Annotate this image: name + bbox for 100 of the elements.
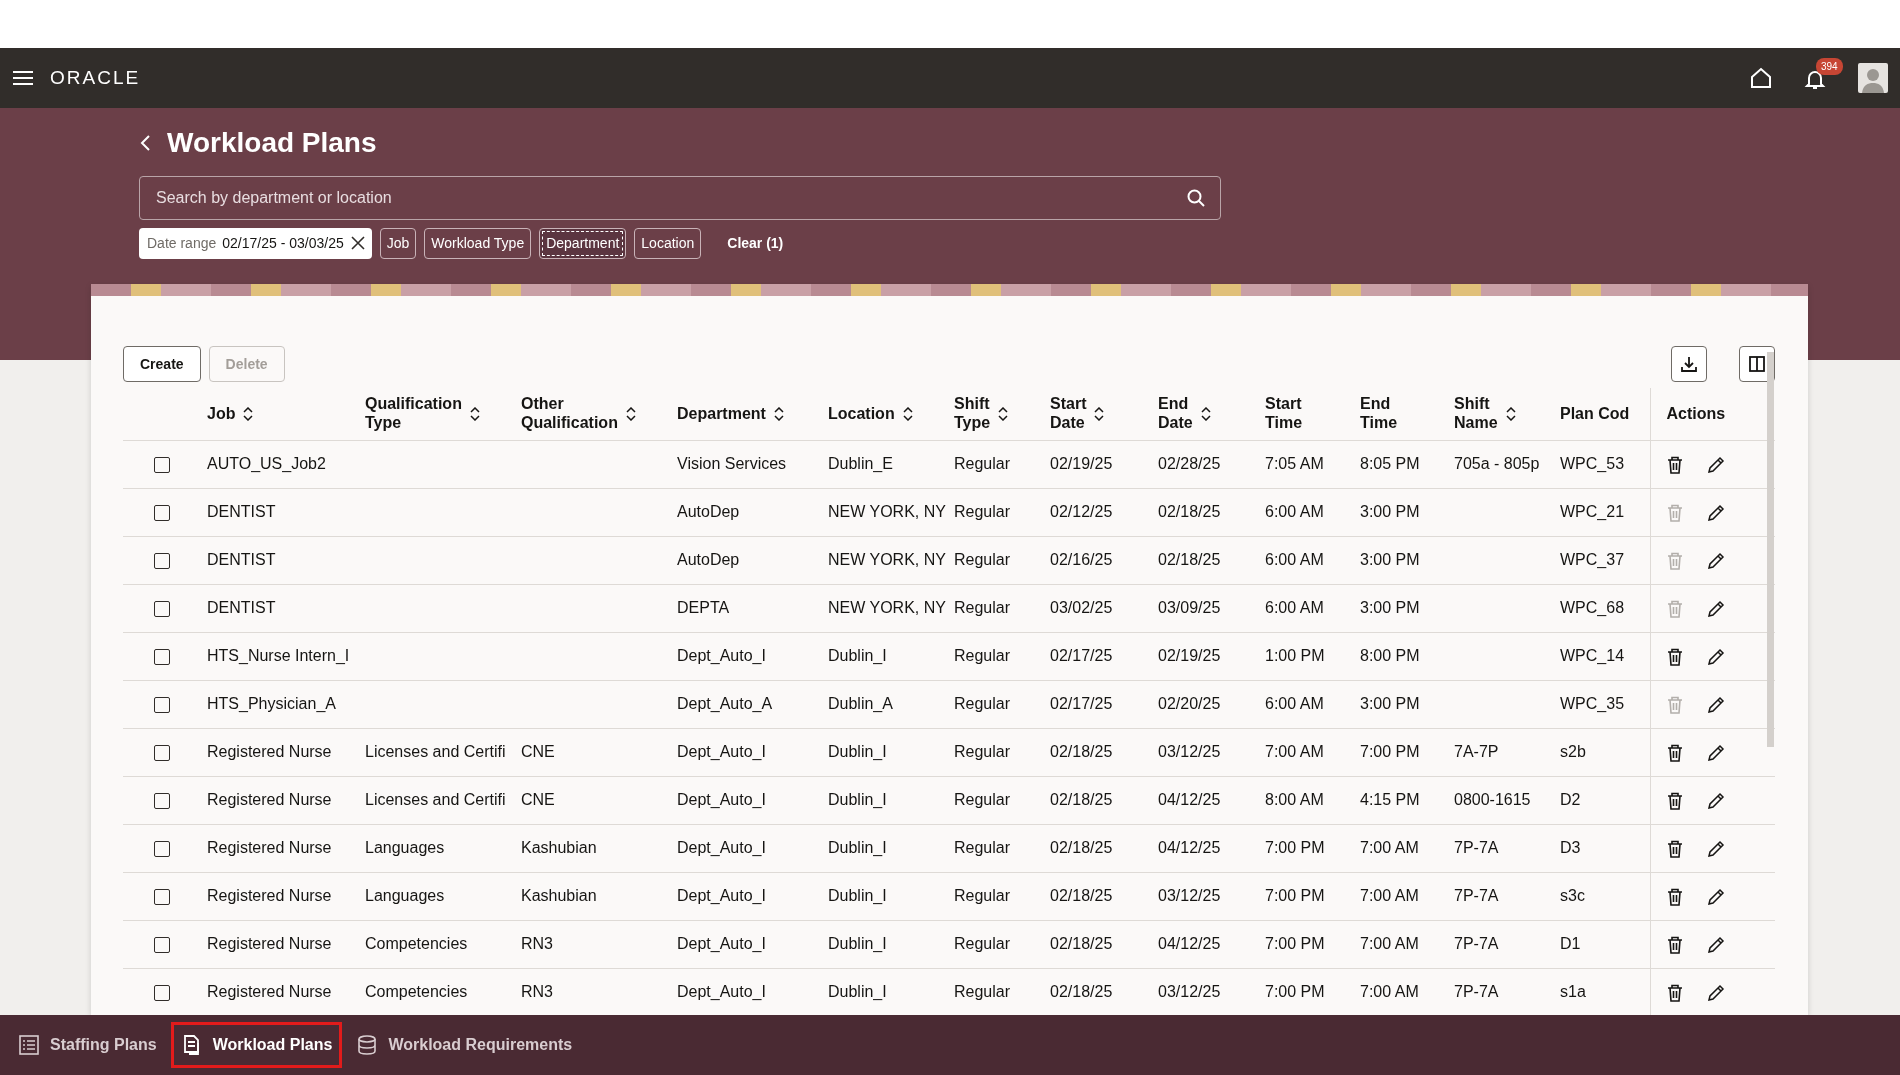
home-icon[interactable] [1750, 67, 1772, 89]
table-cell: 7P-7A [1454, 839, 1499, 856]
row-checkbox[interactable] [154, 792, 170, 809]
column-header[interactable]: End Date [1158, 395, 1211, 433]
table-cell: 02/18/25 [1050, 983, 1113, 1000]
table-cell: DENTIST [207, 551, 276, 568]
table-cell: 02/18/25 [1158, 503, 1221, 520]
pencil-icon[interactable] [1706, 791, 1725, 810]
table-cell: Competencies [365, 935, 468, 952]
pencil-icon[interactable] [1706, 647, 1725, 666]
table-cell: Regular [954, 695, 1011, 712]
table-cell: Dublin_I [828, 743, 887, 760]
table-cell: 02/18/25 [1050, 839, 1113, 856]
bottom-tab[interactable]: Workload Requirements [346, 1022, 583, 1068]
table-cell: Dept_Auto_A [677, 695, 773, 712]
filter-chip[interactable]: Department [539, 227, 627, 259]
column-header[interactable]: Start Date [1050, 395, 1105, 433]
table-cell: 7:05 AM [1265, 455, 1324, 472]
pencil-icon[interactable] [1706, 695, 1725, 714]
column-header[interactable]: Other Qualification [521, 395, 636, 433]
row-checkbox[interactable] [154, 936, 170, 953]
sort-icon[interactable] [243, 406, 254, 421]
table-cell: 03/12/25 [1158, 887, 1221, 904]
row-checkbox[interactable] [154, 888, 170, 905]
search-field[interactable]: Search by department or location [139, 175, 1221, 220]
clear-filter-button[interactable] [349, 235, 366, 252]
sort-icon[interactable] [998, 406, 1009, 421]
trash-icon[interactable] [1666, 743, 1683, 762]
scrollbar[interactable] [1767, 352, 1774, 747]
menu-icon[interactable] [12, 70, 34, 86]
table-cell: 3:00 PM [1360, 551, 1420, 568]
filter-chip[interactable]: Workload Type [424, 227, 532, 259]
column-header[interactable]: Location [828, 404, 913, 423]
table-cell: AutoDep [677, 551, 740, 568]
row-checkbox[interactable] [154, 984, 170, 1001]
column-header[interactable]: Shift Name [1454, 395, 1516, 433]
filter-chip[interactable]: Location [634, 227, 702, 259]
row-checkbox[interactable] [154, 840, 170, 857]
sort-icon[interactable] [1200, 406, 1211, 421]
pencil-icon[interactable] [1706, 551, 1725, 570]
table-cell: Kashubian [521, 839, 597, 856]
bottom-tab[interactable]: Workload Plans [170, 1022, 343, 1068]
table-cell: Dublin_I [828, 983, 887, 1000]
table-cell: 02/20/25 [1158, 695, 1221, 712]
search-icon[interactable] [1187, 188, 1205, 207]
trash-icon[interactable] [1666, 647, 1683, 666]
sort-icon[interactable] [625, 406, 636, 421]
create-button[interactable]: Create [123, 346, 201, 382]
trash-icon[interactable] [1666, 935, 1683, 954]
table-cell: Registered Nurse [207, 839, 332, 856]
pencil-icon[interactable] [1706, 839, 1725, 858]
row-checkbox[interactable] [154, 600, 170, 617]
pencil-icon[interactable] [1706, 887, 1725, 906]
sort-icon[interactable] [469, 406, 480, 421]
bottom-tab[interactable]: Staffing Plans [8, 1022, 167, 1068]
pencil-icon[interactable] [1706, 599, 1725, 618]
row-checkbox[interactable] [154, 552, 170, 569]
table-cell: NEW YORK, NY [828, 551, 946, 568]
trash-icon[interactable] [1666, 455, 1683, 474]
sort-icon[interactable] [773, 406, 784, 421]
column-header[interactable]: Job [207, 404, 254, 423]
filter-chip[interactable]: Job [379, 227, 417, 259]
row-checkbox[interactable] [154, 648, 170, 665]
sort-icon[interactable] [1094, 406, 1105, 421]
table-cell: 7:00 AM [1265, 743, 1324, 760]
table-cell: Regular [954, 551, 1011, 568]
row-checkbox[interactable] [154, 744, 170, 761]
table-cell: Vision Services [677, 455, 787, 472]
download-button[interactable] [1671, 346, 1707, 382]
table-cell: Regular [954, 599, 1011, 616]
column-header[interactable]: Qualification Type [365, 395, 480, 433]
table-cell: Languages [365, 887, 445, 904]
row-checkbox[interactable] [154, 456, 170, 473]
table-cell: Registered Nurse [207, 983, 332, 1000]
pencil-icon[interactable] [1706, 455, 1725, 474]
row-checkbox[interactable] [154, 696, 170, 713]
sort-icon[interactable] [902, 406, 913, 421]
table-cell: 7:00 PM [1265, 983, 1325, 1000]
trash-icon[interactable] [1666, 983, 1683, 1002]
sort-icon[interactable] [1505, 406, 1516, 421]
pencil-icon[interactable] [1706, 935, 1725, 954]
trash-icon[interactable] [1666, 887, 1683, 906]
pencil-icon[interactable] [1706, 743, 1725, 762]
table-cell: 3:00 PM [1360, 695, 1420, 712]
table-cell: Licenses and Certifi [365, 791, 506, 808]
trash-icon[interactable] [1666, 839, 1683, 858]
clear-filters-link[interactable]: Clear (1) [709, 232, 802, 254]
table-cell: 02/18/25 [1050, 791, 1113, 808]
table-cell: Regular [954, 743, 1011, 760]
pencil-icon[interactable] [1706, 983, 1725, 1002]
row-checkbox[interactable] [154, 504, 170, 521]
column-header[interactable]: Department [677, 404, 784, 423]
back-icon[interactable] [139, 133, 151, 152]
trash-icon[interactable] [1666, 791, 1683, 810]
table-cell: D1 [1560, 935, 1581, 952]
pencil-icon[interactable] [1706, 503, 1725, 522]
column-header[interactable]: Shift Type [954, 395, 1009, 433]
table-cell: NEW YORK, NY [828, 503, 946, 520]
notification-count: 394 [1816, 58, 1843, 75]
table-cell: Registered Nurse [207, 743, 332, 760]
